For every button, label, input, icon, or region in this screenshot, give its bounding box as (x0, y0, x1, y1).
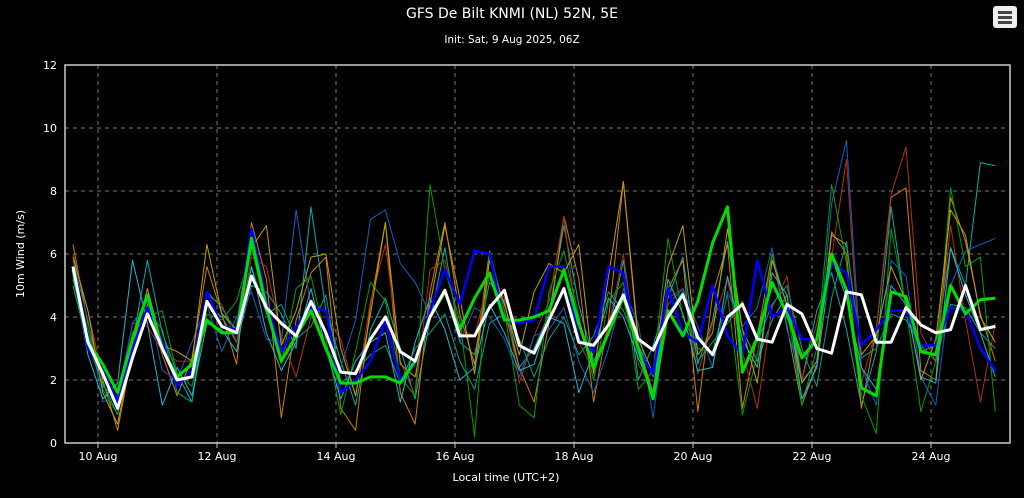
y-tick-label: 2 (50, 374, 57, 387)
series-line-member-3 (72, 146, 996, 409)
y-tick-label: 6 (50, 248, 57, 261)
wind-ensemble-chart: 0 2 4 6 8 10 12 10 Aug 12 Aug 14 Aug 16 Aug 18 Aug 2… (14, 59, 1011, 484)
x-tick-label: 18 Aug (555, 450, 594, 463)
y-tick-label: 10 (43, 122, 57, 135)
y-axis-label: 10m Wind (m/s) (14, 210, 27, 298)
x-tick-label: 10 Aug (79, 450, 118, 463)
series-line-member-1 (72, 162, 996, 406)
series-line-ensemble-mean (71, 266, 996, 410)
x-axis-label: Local time (UTC+2) (453, 471, 560, 484)
x-tick-label: 14 Aug (317, 450, 356, 463)
y-tick-label: 4 (50, 311, 57, 324)
x-tick-label: 16 Aug (436, 450, 475, 463)
x-tick-label: 24 Aug (912, 450, 951, 463)
y-tick-label: 12 (43, 59, 57, 72)
x-tick-label: 12 Aug (198, 450, 237, 463)
x-tick-label: 20 Aug (674, 450, 713, 463)
y-tick-label: 0 (50, 437, 57, 450)
x-tick-label: 22 Aug (793, 450, 832, 463)
y-tick-label: 8 (50, 185, 57, 198)
